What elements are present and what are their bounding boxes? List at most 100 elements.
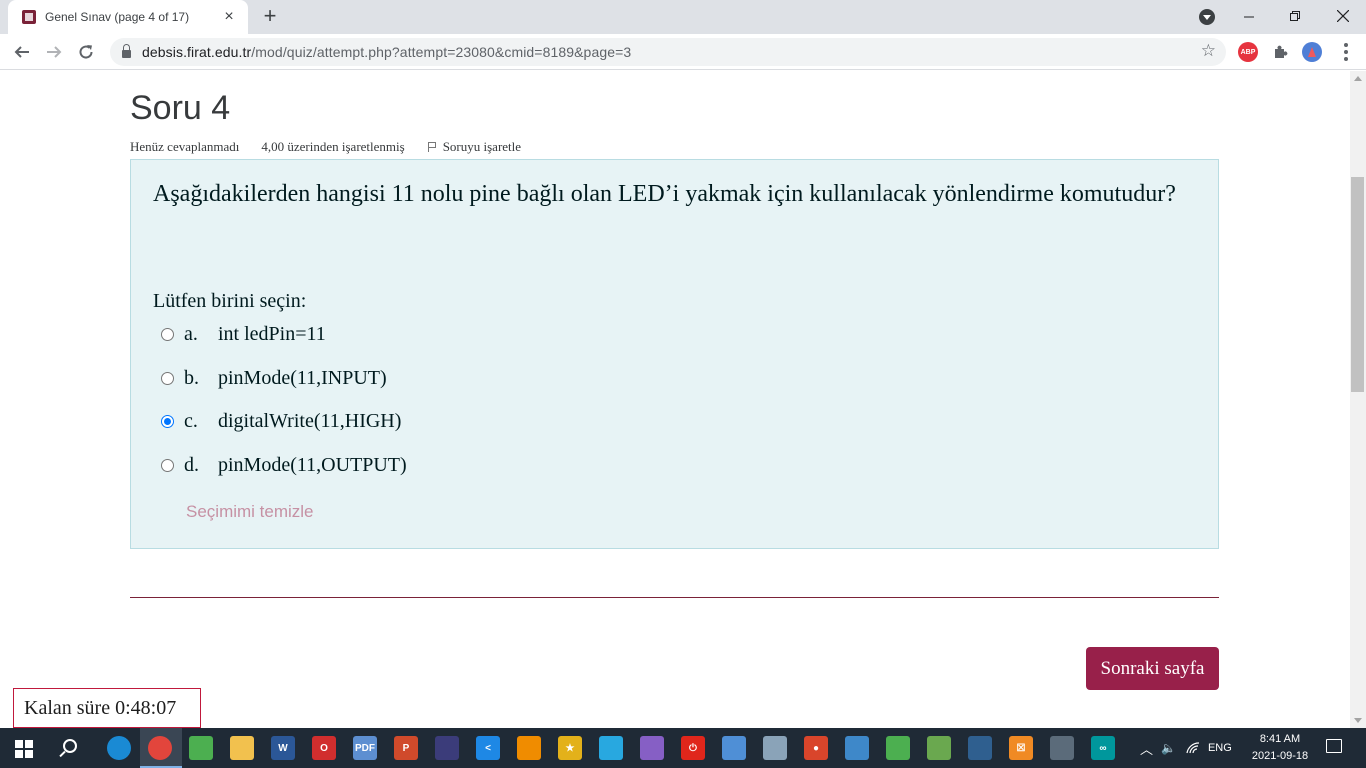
- profile-avatar-icon[interactable]: [1302, 42, 1322, 62]
- bookmark-star-icon[interactable]: ☆: [1201, 41, 1216, 61]
- edge-icon[interactable]: [107, 736, 131, 760]
- question-heading: Soru 4: [130, 89, 231, 127]
- answer-prompt: Lütfen birini seçin:: [153, 290, 307, 312]
- site-favicon-icon: [22, 10, 36, 24]
- answer-letter: b.: [184, 366, 199, 389]
- browser-tab[interactable]: Genel Sınav (page 4 of 17) ×: [8, 0, 248, 34]
- page-content: Soru 4 Henüz cevaplanmadı 4,00 üzerinden…: [0, 71, 1350, 728]
- notification-icon[interactable]: [1326, 739, 1342, 753]
- reload-icon: [79, 45, 93, 59]
- answer-text: int ledPin=11: [218, 323, 326, 345]
- flag-question-label: Soruyu işaretle: [442, 139, 522, 154]
- question-status: Henüz cevaplanmadı: [130, 139, 240, 154]
- close-window-button[interactable]: [1320, 0, 1366, 32]
- answer-text: digitalWrite(11,HIGH): [218, 410, 402, 432]
- paint-icon[interactable]: [763, 736, 787, 760]
- scroll-thumb[interactable]: [1351, 177, 1364, 392]
- input-language[interactable]: ENG: [1208, 742, 1232, 754]
- file-explorer-icon[interactable]: [230, 736, 254, 760]
- answer-option-c[interactable]: c. digitalWrite(11,HIGH): [161, 407, 407, 451]
- powerpoint-icon[interactable]: P: [394, 736, 418, 760]
- answer-option-d[interactable]: d. pinMode(11,OUTPUT): [161, 451, 407, 495]
- restore-icon: [1289, 10, 1300, 21]
- lock-icon: [122, 44, 131, 58]
- power-app-icon[interactable]: ⏻: [681, 736, 705, 760]
- puzzle-extensions-svg: [1275, 45, 1288, 58]
- word-icon[interactable]: W: [271, 736, 295, 760]
- system-tray: ︿ 🔈 ENG: [1140, 728, 1232, 768]
- wifi-icon[interactable]: [1186, 742, 1200, 754]
- minimize-icon: [1243, 16, 1254, 17]
- windows-taskbar: W O PDF P < ★ ⏻ ● ☒ ∞ ︿ 🔈 ENG 8:41 AM 2021-09-18: [0, 728, 1366, 768]
- eclipse-icon[interactable]: [435, 736, 459, 760]
- image-viewer-icon[interactable]: [1050, 736, 1074, 760]
- address-bar[interactable]: debsis.firat.edu.tr/mod/quiz/attempt.php…: [110, 38, 1226, 66]
- tab-search-icon[interactable]: [1199, 9, 1215, 25]
- windows-start-icon[interactable]: [15, 740, 33, 758]
- xampp-icon[interactable]: ☒: [1009, 736, 1033, 760]
- back-button[interactable]: [10, 40, 34, 64]
- quiz-timer: Kalan süre 0:48:07: [13, 688, 201, 728]
- tab-title: Genel Sınav (page 4 of 17): [45, 10, 190, 24]
- flag-icon: [427, 141, 437, 152]
- clock-date: 2021-09-18: [1251, 750, 1309, 762]
- sql-tool-icon[interactable]: [968, 736, 992, 760]
- clock-time: 8:41 AM: [1259, 733, 1301, 745]
- adblock-plus-icon[interactable]: ABP: [1238, 42, 1258, 62]
- browser-toolbar: debsis.firat.edu.tr/mod/quiz/attempt.php…: [0, 34, 1366, 70]
- vscode-icon[interactable]: <: [476, 736, 500, 760]
- tray-chevron-up-icon[interactable]: ︿: [1140, 739, 1153, 758]
- chart-tool-icon[interactable]: [927, 736, 951, 760]
- question-formulation: Aşağıdakilerden hangisi 11 nolu pine bağ…: [130, 159, 1219, 549]
- python-ide-icon[interactable]: [886, 736, 910, 760]
- back-arrow-icon: [14, 46, 29, 58]
- star-app-icon[interactable]: ★: [558, 736, 582, 760]
- answer-text: pinMode(11,OUTPUT): [218, 453, 407, 476]
- visual-studio-icon[interactable]: [640, 736, 664, 760]
- url-text: debsis.firat.edu.tr/mod/quiz/attempt.php…: [142, 44, 631, 60]
- forward-button[interactable]: [42, 40, 66, 64]
- scroll-down-icon[interactable]: [1354, 718, 1362, 723]
- scroll-up-icon[interactable]: [1354, 76, 1362, 81]
- minimize-button[interactable]: [1226, 0, 1272, 32]
- arduino-icon[interactable]: ∞: [1091, 736, 1115, 760]
- answer-letter: d.: [184, 453, 199, 476]
- clear-choice-link[interactable]: Seçimimi temizle: [186, 502, 314, 522]
- answer-letter: c.: [184, 410, 198, 432]
- answer-radio-b[interactable]: [161, 371, 174, 385]
- answer-option-a[interactable]: a. int ledPin=11: [161, 320, 407, 364]
- opera-icon[interactable]: O: [312, 736, 336, 760]
- network-tool-icon[interactable]: [845, 736, 869, 760]
- flag-question-link[interactable]: Soruyu işaretle: [427, 139, 521, 155]
- system-clock[interactable]: 8:41 AM 2021-09-18: [1240, 731, 1320, 765]
- control-panel-icon[interactable]: [722, 736, 746, 760]
- recorder-icon[interactable]: ●: [804, 736, 828, 760]
- page-scrollbar[interactable]: [1350, 71, 1366, 728]
- answer-text: pinMode(11,INPUT): [218, 366, 387, 389]
- vlc-icon[interactable]: [517, 736, 541, 760]
- tab-close-icon[interactable]: ×: [220, 8, 238, 26]
- url-host: debsis.firat.edu.tr: [142, 44, 252, 60]
- new-tab-button[interactable]: +: [258, 4, 282, 28]
- profile-avatar-svg: [1308, 47, 1316, 57]
- answer-radio-c[interactable]: [161, 415, 174, 428]
- send-app-icon[interactable]: [599, 736, 623, 760]
- reload-button[interactable]: [74, 40, 98, 64]
- answer-radio-a[interactable]: [161, 328, 174, 341]
- next-page-button[interactable]: Sonraki sayfa: [1086, 647, 1219, 690]
- answer-option-b[interactable]: b. pinMode(11,INPUT): [161, 364, 407, 408]
- search-icon[interactable]: [63, 739, 77, 753]
- restore-button[interactable]: [1272, 0, 1318, 32]
- url-path: /mod/quiz/attempt.php?attempt=23080&cmid…: [251, 44, 632, 60]
- browser-menu-icon[interactable]: [1336, 40, 1356, 64]
- answer-radio-d[interactable]: [161, 458, 174, 472]
- forward-arrow-icon: [47, 46, 62, 58]
- chrome-icon[interactable]: [148, 736, 172, 760]
- question-info: Henüz cevaplanmadı 4,00 üzerinden işaret…: [130, 139, 543, 155]
- app-diamond-icon[interactable]: [189, 736, 213, 760]
- speaker-icon[interactable]: 🔈: [1161, 741, 1176, 755]
- close-icon: [1337, 10, 1349, 22]
- pdf-tool-icon[interactable]: PDF: [353, 736, 377, 760]
- answer-list: a. int ledPin=11 b. pinMode(11,INPUT) c.…: [161, 320, 407, 494]
- puzzle-extensions-icon[interactable]: [1270, 42, 1290, 62]
